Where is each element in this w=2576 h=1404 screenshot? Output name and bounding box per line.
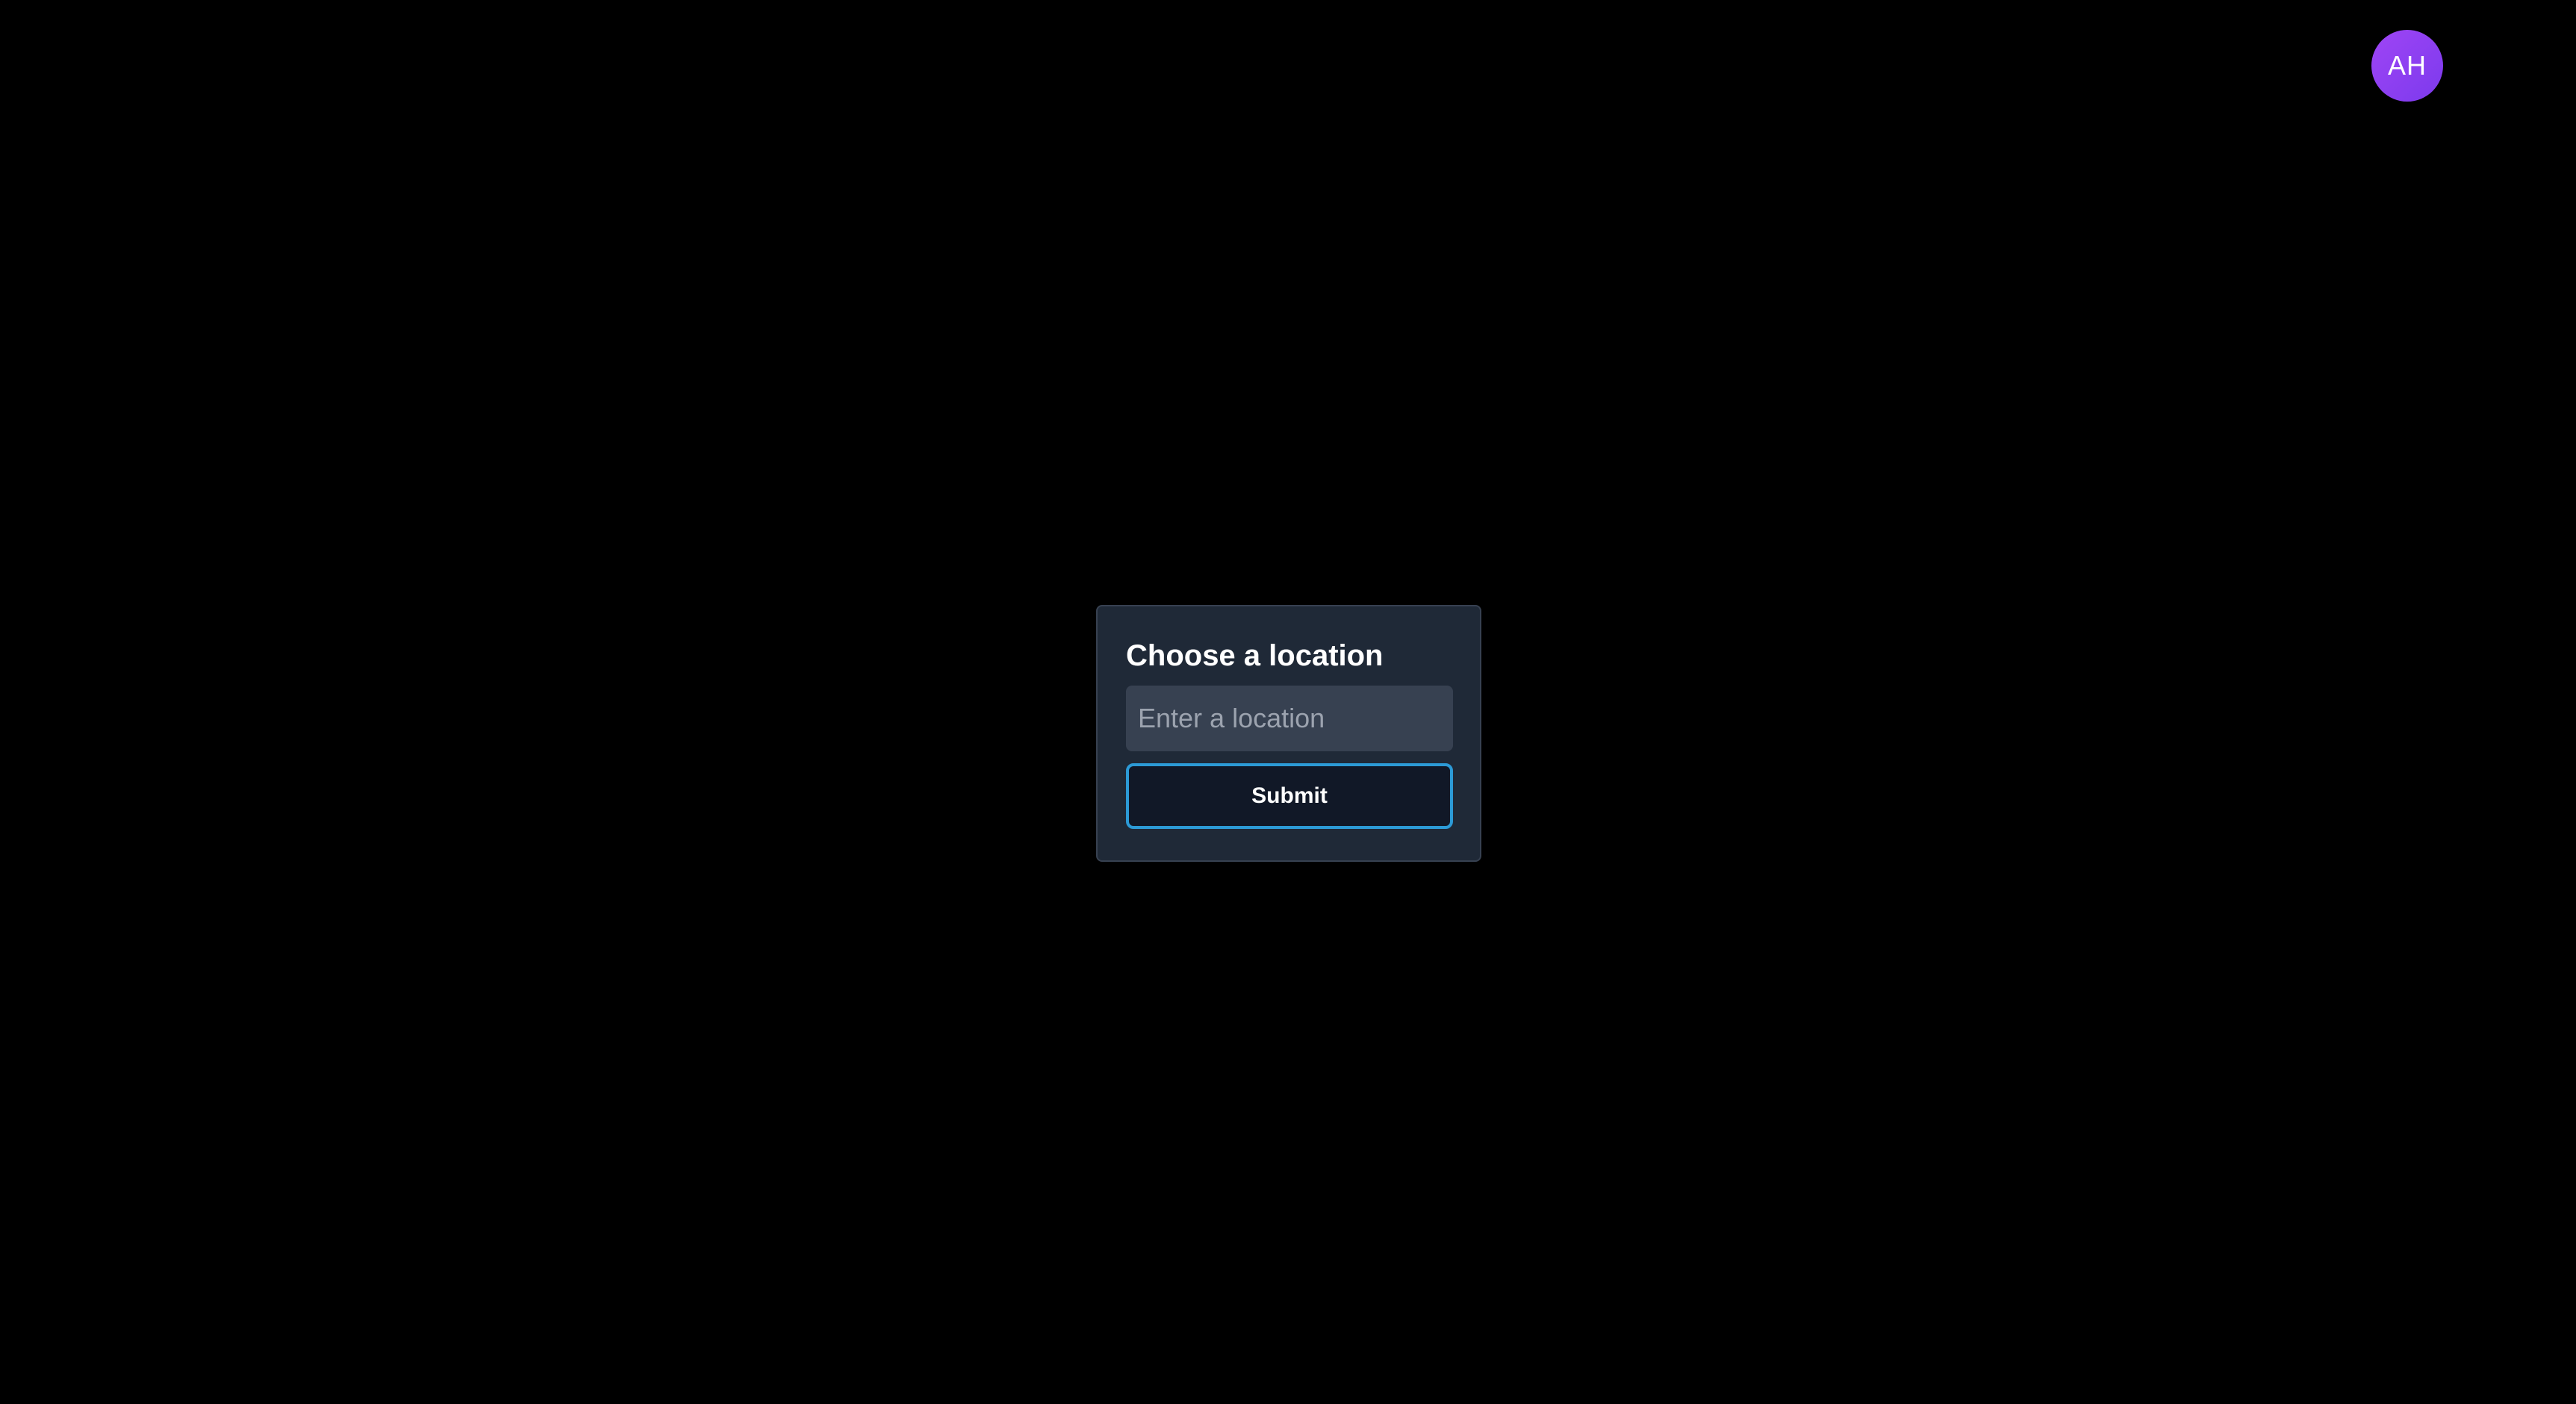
dialog-title: Choose a location [1126,639,1384,672]
location-input[interactable] [1126,686,1453,751]
location-dialog: Choose a location Submit [1096,605,1481,862]
page-background: AH Choose a location Submit [0,0,2576,1404]
submit-button[interactable]: Submit [1126,763,1453,829]
user-avatar[interactable]: AH [2371,30,2443,102]
avatar-initials: AH [2387,50,2427,81]
